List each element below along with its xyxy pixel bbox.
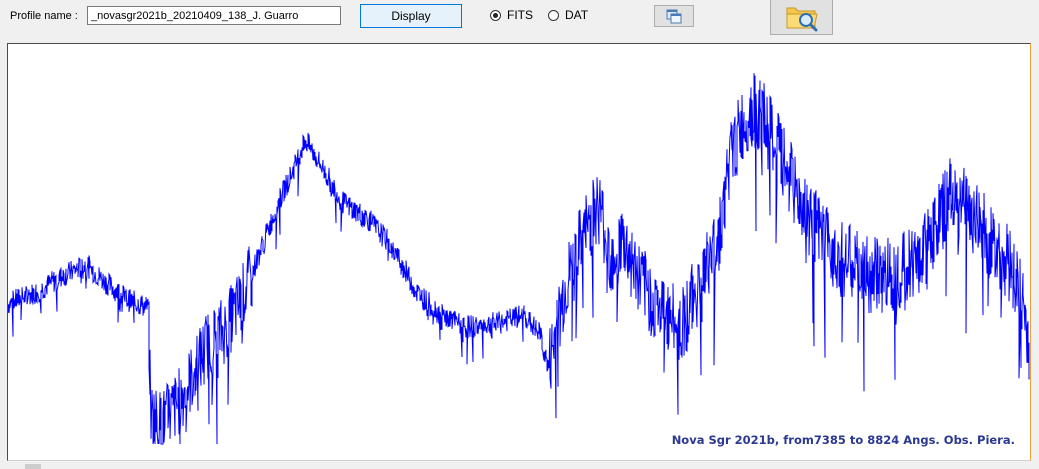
copy-windows-icon <box>666 9 682 24</box>
horizontal-scrollbar-thumb[interactable] <box>25 464 41 469</box>
spectrum-viewer-window: Profile name : Display FITS DAT Nova Sgr… <box>0 0 1039 469</box>
radio-dat[interactable]: DAT <box>548 8 588 22</box>
plot-caption: Nova Sgr 2021b, from7385 to 8824 Angs. O… <box>671 433 1015 447</box>
profile-name-label: Profile name : <box>10 10 78 22</box>
radio-fits-indicator[interactable] <box>490 9 501 21</box>
spectrum-plot: Nova Sgr 2021b, from7385 to 8824 Angs. O… <box>7 43 1031 461</box>
radio-fits-label: FITS <box>507 8 533 22</box>
open-file-button[interactable] <box>770 0 833 35</box>
radio-dat-label: DAT <box>565 8 589 22</box>
copy-button[interactable] <box>654 5 694 27</box>
spectrum-chart <box>8 73 1030 445</box>
radio-fits[interactable]: FITS <box>490 8 533 22</box>
radio-dat-indicator[interactable] <box>548 9 559 21</box>
spectrum-series-line <box>8 73 1030 445</box>
profile-name-input[interactable] <box>87 6 341 25</box>
display-button[interactable]: Display <box>360 4 462 28</box>
folder-search-icon <box>786 7 818 32</box>
